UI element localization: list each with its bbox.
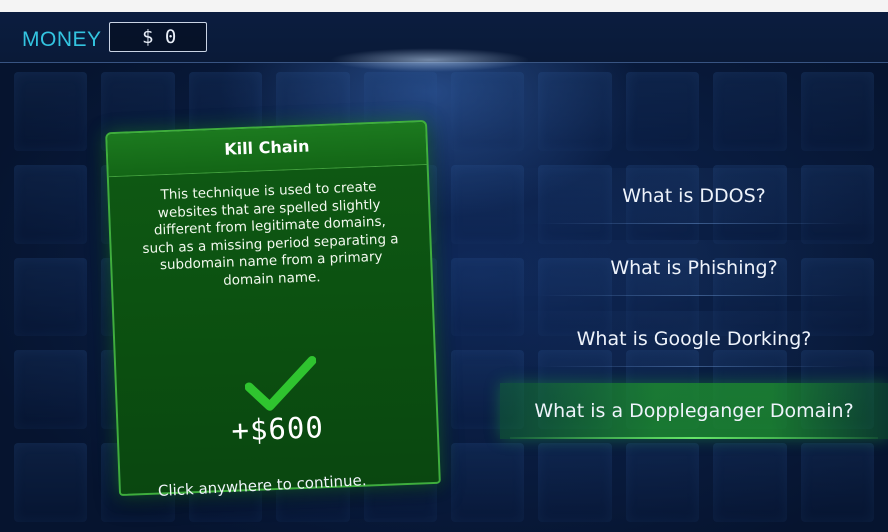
background-tile — [451, 72, 525, 151]
background-tile — [538, 443, 612, 522]
background-tile — [713, 443, 787, 522]
answer-option[interactable]: What is Google Dorking? — [500, 311, 888, 367]
background-tile — [14, 350, 88, 430]
answer-label: What is a Doppleganger Domain? — [534, 400, 854, 422]
background-tile — [14, 72, 88, 151]
result-card: Kill Chain This technique is used to cre… — [105, 119, 441, 497]
header-glow — [330, 48, 530, 72]
card-title: Kill Chain — [223, 136, 310, 159]
answer-label: What is Google Dorking? — [576, 328, 812, 350]
background-tile — [713, 72, 787, 151]
answer-label: What is Phishing? — [610, 257, 778, 279]
money-label: MONEY — [22, 28, 102, 51]
answer-option[interactable]: What is Phishing? — [500, 240, 888, 296]
background-tile — [538, 72, 612, 151]
background-tile — [800, 443, 874, 522]
answer-label: What is DDOS? — [622, 185, 766, 207]
background-tile — [14, 257, 88, 337]
background-tile — [14, 443, 88, 522]
check-icon — [244, 356, 317, 411]
money-value: $ 0 — [142, 26, 177, 48]
background-tile — [14, 164, 88, 244]
background-tile — [625, 443, 700, 522]
money-display: $ 0 — [109, 22, 207, 52]
answer-option[interactable]: What is DDOS? — [500, 168, 888, 224]
answer-option-selected[interactable]: What is a Doppleganger Domain? — [500, 383, 888, 439]
background-tile — [451, 443, 525, 522]
clue-text: This technique is used to create website… — [142, 178, 399, 289]
top-strip — [0, 0, 888, 12]
reward-amount: +$600 — [230, 410, 325, 448]
card-title-bar: Kill Chain — [107, 122, 427, 178]
background-tile — [800, 72, 874, 151]
background-tile — [625, 72, 700, 151]
